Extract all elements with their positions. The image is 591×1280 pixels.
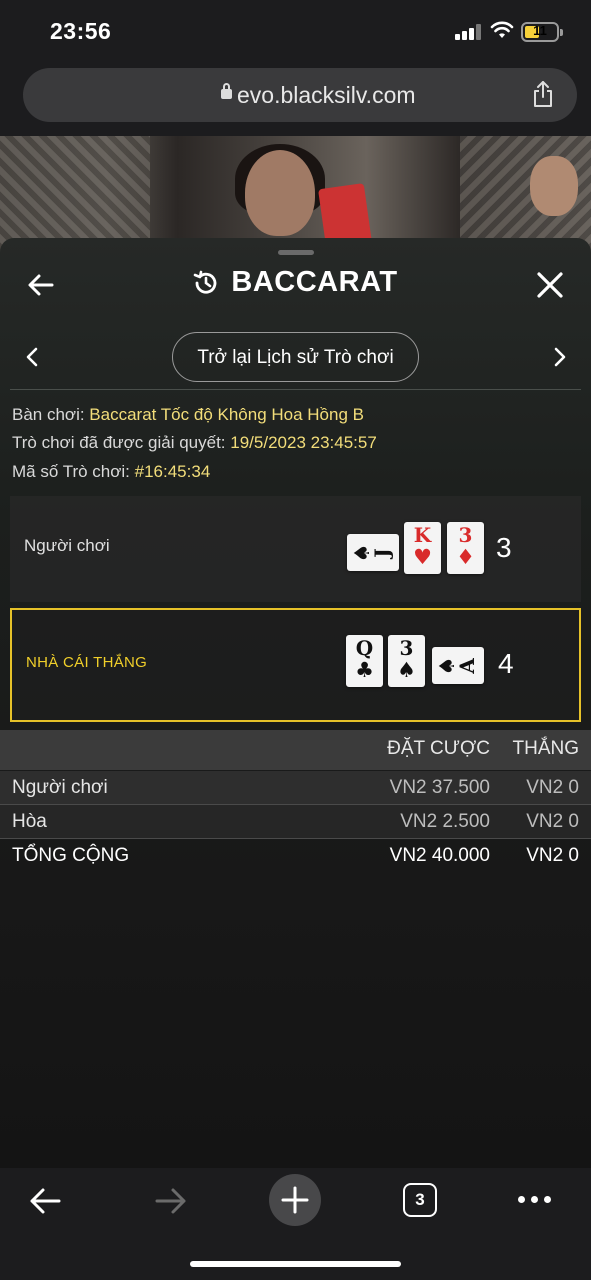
column-bet-header: ĐẶT CƯỢC [387,738,490,759]
status-bar: 23:56 11 [0,0,591,64]
card-suit: ♦ [456,544,475,569]
panel-header: BACCARAT [0,266,591,299]
card-suit: ♠ [397,657,416,682]
page-title: BACCARAT [231,266,398,298]
game-history-panel: BACCARAT Trở lại Lịch sử Trò chơi Bàn ch… [0,238,591,1168]
resolved-value: 19/5/2023 23:45:57 [230,433,377,452]
home-indicator[interactable] [190,1261,401,1267]
address-bar[interactable]: evo.blacksilv.com [23,68,577,122]
url-text: evo.blacksilv.com [237,82,416,108]
bets-table-header: ĐẶT CƯỢC THẮNG [0,730,591,770]
card-rank: Q [355,636,374,660]
total-label: TỔNG CỘNG [12,845,130,866]
wifi-icon [490,21,514,38]
battery-icon: 11 [521,22,563,42]
game-id-label: Mã số Trò chơi: [12,462,135,481]
browser-back-icon[interactable] [28,1184,62,1218]
banker-score: 4 [498,648,514,679]
table-row: Người chơi VN2 37.500 VN2 0 [0,771,591,805]
table-value: Baccarat Tốc độ Không Hoa Hồng B [89,405,364,424]
win-amount: VN2 0 [526,777,579,798]
card-suit: ♣ [355,657,374,682]
banker-card-2: 3 ♠ [388,635,425,687]
player-card-1: ♠ J [347,534,399,571]
card-rank: 3 [458,523,473,547]
bet-amount: VN2 2.500 [400,811,490,832]
banker-card-3: ♠ A [432,647,484,684]
back-to-history-button[interactable]: Trở lại Lịch sử Trò chơi [172,332,419,382]
more-icon[interactable] [518,1196,552,1204]
player-card-2: K ♥ [404,522,441,574]
total-win: VN2 0 [526,845,579,866]
total-bet: VN2 40.000 [389,845,490,866]
bet-name: Hòa [12,811,47,832]
game-id-info: Mã số Trò chơi: #16:45:34 [12,462,210,482]
new-tab-button[interactable] [269,1174,321,1226]
history-icon [194,270,217,294]
browser-address-area: evo.blacksilv.com [0,64,591,136]
drag-handle[interactable] [278,250,314,255]
banker-win-label: NHÀ CÁI THẮNG [26,654,148,671]
share-icon[interactable] [531,80,555,108]
player-score: 3 [496,532,512,563]
banker-card-1: Q ♣ [346,635,383,687]
tabs-button[interactable]: 3 [403,1183,437,1217]
player-card-3: 3 ♦ [447,522,484,574]
table-label: Bàn chơi: [12,405,90,424]
card-rank: A [455,658,479,674]
chevron-right-icon[interactable] [550,346,570,368]
close-icon[interactable] [536,271,564,299]
divider [10,389,581,390]
browser-forward-icon[interactable] [154,1184,188,1218]
browser-toolbar: 3 [0,1168,591,1280]
cellular-signal-icon [455,24,483,40]
column-win-header: THẮNG [512,738,580,759]
bet-amount: VN2 37.500 [389,777,490,798]
bet-name: Người chơi [12,777,108,798]
resolved-label: Trò chơi đã được giải quyết: [12,433,231,452]
card-rank: K [413,523,432,547]
game-id-value: #16:45:34 [134,462,211,481]
card-rank: 3 [399,636,414,660]
table-info: Bàn chơi: Baccarat Tốc độ Không Hoa Hồng… [12,405,364,425]
battery-level: 11 [533,23,547,38]
plus-icon [281,1186,309,1214]
card-rank: J [370,548,394,558]
banker-hand: NHÀ CÁI THẮNG Q ♣ 3 ♠ ♠ A 4 [10,608,581,722]
player-hand: Người chơi ♠ J K ♥ 3 ♦ 3 [10,496,581,602]
card-suit: ♥ [413,544,432,569]
win-amount: VN2 0 [526,811,579,832]
table-row: Hòa VN2 2.500 VN2 0 [0,805,591,839]
lock-icon [221,83,232,99]
status-time: 23:56 [50,18,112,44]
table-row-total: TỔNG CỘNG VN2 40.000 VN2 0 [0,839,591,873]
resolved-info: Trò chơi đã được giải quyết: 19/5/2023 2… [12,433,377,453]
chevron-left-icon[interactable] [22,346,42,368]
player-hand-label: Người chơi [24,536,110,555]
